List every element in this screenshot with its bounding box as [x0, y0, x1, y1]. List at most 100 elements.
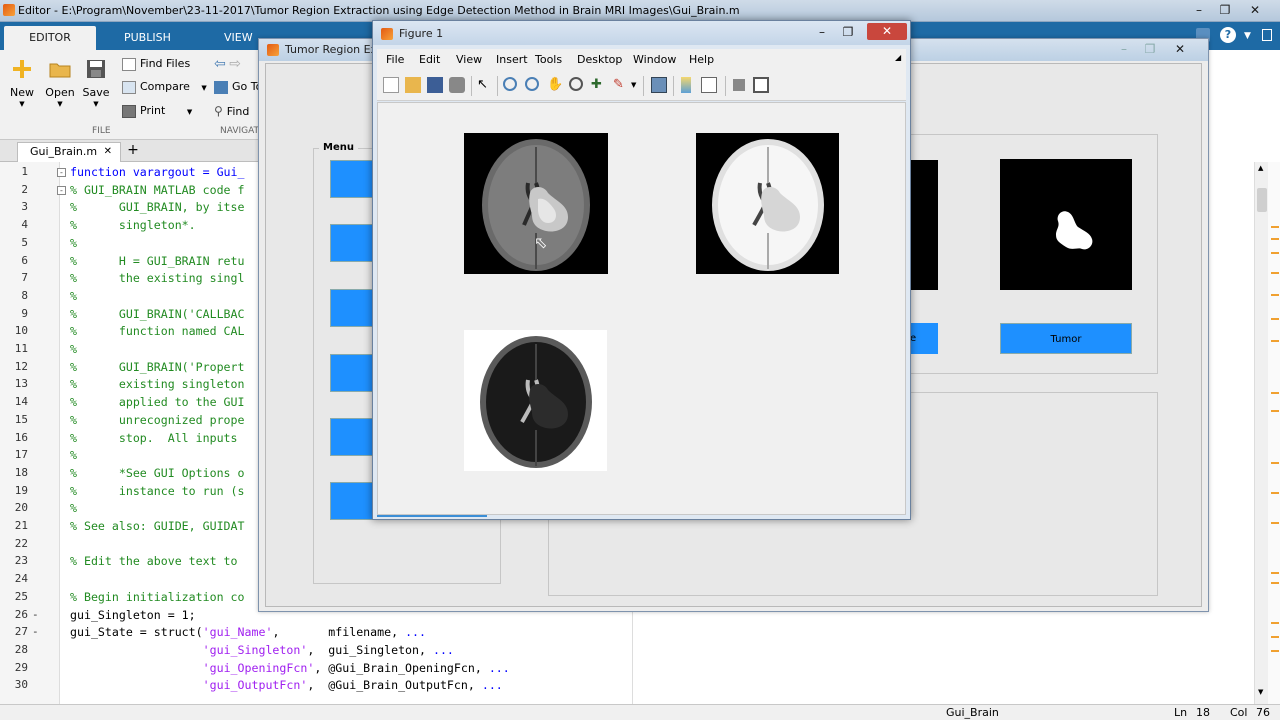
- undock-icon[interactable]: [1262, 29, 1272, 41]
- breakpoint-dash[interactable]: -: [32, 608, 39, 621]
- code-line[interactable]: %: [70, 448, 77, 462]
- menu-tools[interactable]: Tools: [535, 53, 562, 66]
- warning-marker[interactable]: [1271, 650, 1279, 652]
- code-line[interactable]: % See also: GUIDE, GUIDAT: [70, 519, 245, 533]
- tab-editor[interactable]: EDITOR: [4, 26, 96, 50]
- menu-insert[interactable]: Insert: [496, 53, 528, 66]
- code-line[interactable]: function varargout = Gui_: [70, 165, 245, 179]
- save-button[interactable]: Save ▼: [80, 58, 112, 108]
- scroll-up-icon[interactable]: ▲: [1258, 164, 1263, 172]
- close-icon[interactable]: ✕: [1167, 41, 1193, 58]
- back-button[interactable]: ⇦ ⇨: [214, 56, 241, 72]
- code-line[interactable]: % GUI_BRAIN('CALLBAC: [70, 307, 245, 321]
- file-tab-gui-brain[interactable]: Gui_Brain.m ✕: [17, 142, 121, 162]
- show-plot-tools-icon[interactable]: [753, 77, 769, 93]
- maximize-icon[interactable]: ❐: [835, 24, 861, 41]
- code-line[interactable]: % *See GUI Options o: [70, 466, 245, 480]
- close-icon[interactable]: ✕: [1242, 2, 1268, 19]
- edit-plot-icon[interactable]: ↖: [477, 77, 493, 93]
- tab-publish[interactable]: PUBLISH: [110, 26, 185, 50]
- help-icon[interactable]: ?: [1220, 27, 1236, 43]
- close-icon[interactable]: ✕: [867, 23, 907, 40]
- rotate-3d-icon[interactable]: [569, 77, 583, 91]
- menu-button-1[interactable]: [330, 160, 376, 198]
- code-line[interactable]: %: [70, 236, 77, 250]
- chevron-down-icon[interactable]: ▼: [631, 77, 647, 93]
- warning-marker[interactable]: [1271, 318, 1279, 320]
- dropdown-arrow-icon[interactable]: ▼: [1244, 31, 1251, 41]
- code-line[interactable]: % the existing singl: [70, 271, 245, 285]
- warning-marker[interactable]: [1271, 582, 1279, 584]
- menu-edit[interactable]: Edit: [419, 53, 440, 66]
- open-file-icon[interactable]: [405, 77, 421, 93]
- code-line[interactable]: % applied to the GUI: [70, 395, 245, 409]
- compare-button[interactable]: Compare ▼: [122, 80, 207, 94]
- menu-button-2[interactable]: [330, 224, 376, 262]
- warning-marker[interactable]: [1271, 522, 1279, 524]
- insert-colorbar-icon[interactable]: [681, 77, 691, 93]
- scroll-down-icon[interactable]: ▼: [1258, 688, 1263, 696]
- maximize-icon[interactable]: ❐: [1212, 2, 1238, 19]
- code-line[interactable]: % function named CAL: [70, 324, 245, 338]
- new-button[interactable]: New ▼: [6, 58, 38, 108]
- warning-marker[interactable]: [1271, 272, 1279, 274]
- scrollbar-thumb[interactable]: [1257, 188, 1267, 212]
- warning-marker[interactable]: [1271, 462, 1279, 464]
- link-plot-icon[interactable]: [651, 77, 667, 93]
- brush-icon[interactable]: ✎: [613, 77, 629, 93]
- menu-file[interactable]: File: [386, 53, 404, 66]
- add-tab-icon[interactable]: +: [124, 142, 142, 160]
- code-line[interactable]: % Begin initialization co: [70, 590, 245, 604]
- warning-marker[interactable]: [1271, 238, 1279, 240]
- code-line[interactable]: gui_Singleton = 1;: [70, 608, 196, 622]
- data-cursor-icon[interactable]: ✚: [591, 77, 607, 93]
- code-line[interactable]: %: [70, 501, 77, 515]
- code-line[interactable]: gui_State = struct('gui_Name', mfilename…: [70, 625, 426, 639]
- menu-button-5[interactable]: [330, 418, 376, 456]
- menu-button-3[interactable]: [330, 289, 376, 327]
- original-mri-axes[interactable]: ⬁: [464, 133, 608, 274]
- find-button[interactable]: ⚲ Find: [214, 104, 249, 118]
- warning-marker[interactable]: [1271, 636, 1279, 638]
- code-line[interactable]: %: [70, 289, 77, 303]
- code-line[interactable]: %: [70, 342, 77, 356]
- warning-marker[interactable]: [1271, 226, 1279, 228]
- warning-marker[interactable]: [1271, 392, 1279, 394]
- minimize-icon[interactable]: –: [1186, 2, 1212, 19]
- tumor-button[interactable]: Tumor: [1000, 323, 1132, 354]
- find-files-button[interactable]: Find Files: [122, 57, 190, 71]
- warning-marker[interactable]: [1271, 622, 1279, 624]
- warning-marker[interactable]: [1271, 410, 1279, 412]
- print-figure-icon[interactable]: [449, 77, 465, 93]
- warning-marker[interactable]: [1271, 294, 1279, 296]
- warning-marker[interactable]: [1271, 492, 1279, 494]
- insert-legend-icon[interactable]: [701, 77, 717, 93]
- code-line[interactable]: % Edit the above text to: [70, 554, 238, 568]
- save-figure-icon[interactable]: [427, 77, 443, 93]
- code-line[interactable]: % unrecognized prope: [70, 413, 245, 427]
- inverted-mri-axes[interactable]: [464, 330, 607, 471]
- warning-marker[interactable]: [1271, 340, 1279, 342]
- menu-view[interactable]: View: [456, 53, 482, 66]
- maximize-icon[interactable]: ❐: [1137, 41, 1163, 58]
- code-fold-icon[interactable]: -: [57, 168, 66, 177]
- go-to-button[interactable]: Go To: [214, 80, 262, 94]
- open-button[interactable]: Open ▼: [44, 58, 76, 108]
- menu-button-6[interactable]: [330, 482, 376, 520]
- menubar-dock-arrow-icon[interactable]: ◢: [895, 53, 901, 62]
- warning-marker[interactable]: [1271, 572, 1279, 574]
- zoom-out-icon[interactable]: [525, 77, 539, 91]
- minimize-icon[interactable]: –: [809, 24, 835, 41]
- menu-button-4[interactable]: [330, 354, 376, 392]
- menu-window[interactable]: Window: [633, 53, 676, 66]
- code-line[interactable]: % GUI_BRAIN('Propert: [70, 360, 245, 374]
- code-line[interactable]: 'gui_Singleton', gui_Singleton, ...: [70, 643, 454, 657]
- code-line[interactable]: % H = GUI_BRAIN retu: [70, 254, 245, 268]
- menu-help[interactable]: Help: [689, 53, 714, 66]
- pan-icon[interactable]: ✋: [547, 77, 563, 93]
- code-line[interactable]: % GUI_BRAIN, by itse: [70, 200, 245, 214]
- enhanced-mri-axes[interactable]: [696, 133, 839, 274]
- hide-plot-tools-icon[interactable]: [733, 79, 745, 91]
- code-line[interactable]: 'gui_OpeningFcn', @Gui_Brain_OpeningFcn,…: [70, 661, 510, 675]
- vertical-scrollbar[interactable]: ▲ ▼: [1254, 162, 1268, 704]
